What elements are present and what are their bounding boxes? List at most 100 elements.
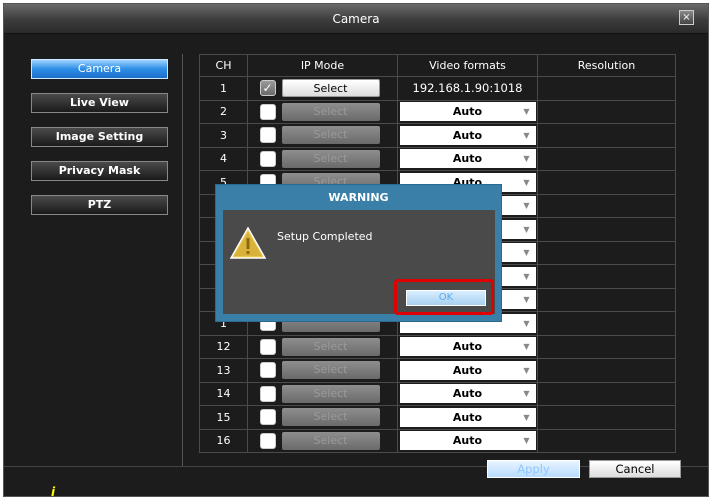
ip-mode-checkbox[interactable]	[259, 362, 276, 379]
video-format-cell: 192.168.1.90:1018	[397, 76, 538, 101]
info-icon: i	[51, 485, 56, 499]
ok-button-highlight	[394, 279, 494, 315]
chevron-down-icon: ▼	[523, 224, 530, 234]
sidebar-item-camera[interactable]: Camera	[31, 59, 168, 79]
apply-button[interactable]: Apply	[487, 460, 580, 478]
sidebar-item-privacy-mask[interactable]: Privacy Mask	[31, 161, 168, 181]
video-format-dropdown[interactable]: Auto ▼	[399, 149, 536, 169]
video-format-value: Auto	[452, 128, 483, 142]
sidebar-item-ptz[interactable]: PTZ	[31, 195, 168, 215]
resolution-cell	[537, 146, 676, 171]
ip-mode-checkbox[interactable]	[259, 127, 276, 144]
channel-number: 13	[199, 358, 248, 383]
select-button: Select	[281, 384, 380, 403]
chevron-down-icon: ▼	[523, 412, 530, 422]
ip-mode-cell: Select	[247, 358, 398, 383]
resolution-cell	[537, 217, 676, 242]
title-bar: Camera ×	[4, 4, 708, 34]
channel-number: 3	[199, 123, 248, 148]
resolution-cell	[537, 99, 676, 124]
select-button: Select	[281, 431, 380, 450]
channel-number: 14	[199, 381, 248, 406]
table-header-row: CH IP Mode Video formats Resolution	[199, 54, 676, 77]
video-format-cell: Auto ▼	[397, 99, 538, 124]
video-format-dropdown[interactable]: Auto ▼	[399, 407, 536, 427]
resolution-cell	[537, 334, 676, 359]
chevron-down-icon: ▼	[523, 295, 530, 305]
video-format-dropdown[interactable]: Auto ▼	[399, 125, 536, 145]
resolution-cell	[537, 381, 676, 406]
resolution-cell	[537, 264, 676, 289]
channel-number: 4	[199, 146, 248, 171]
video-format-cell: Auto ▼	[397, 428, 538, 453]
video-format-cell: Auto ▼	[397, 123, 538, 148]
video-format-value: Auto	[452, 152, 483, 166]
video-format-cell: Auto ▼	[397, 146, 538, 171]
sidebar-divider	[182, 54, 183, 466]
video-format-dropdown[interactable]: Auto ▼	[399, 384, 536, 404]
video-format-dropdown[interactable]: Auto ▼	[399, 337, 536, 357]
chevron-down-icon: ▼	[523, 107, 530, 117]
ip-mode-checkbox[interactable]	[259, 432, 276, 449]
select-button: Select	[281, 337, 380, 356]
chevron-down-icon: ▼	[523, 130, 530, 140]
resolution-cell	[537, 428, 676, 453]
channel-number: 15	[199, 405, 248, 430]
dialog-title: WARNING	[328, 191, 389, 204]
select-button[interactable]: Select	[281, 79, 380, 98]
ip-mode-cell: Select	[247, 99, 398, 124]
ip-mode-cell: Select	[247, 123, 398, 148]
ip-mode-checkbox[interactable]	[259, 385, 276, 402]
ip-mode-cell: Select	[247, 146, 398, 171]
table-row: 2 Select Auto ▼	[199, 99, 676, 124]
select-button: Select	[281, 126, 380, 145]
table-row: 1 ✓ Select 192.168.1.90:1018	[199, 76, 676, 101]
ip-mode-cell: Select	[247, 334, 398, 359]
sidebar-item-image-setting[interactable]: Image Setting	[31, 127, 168, 147]
chevron-down-icon: ▼	[523, 248, 530, 258]
video-format-dropdown[interactable]: Auto ▼	[399, 102, 536, 122]
header-ip-mode: IP Mode	[247, 54, 398, 77]
table-row: 3 Select Auto ▼	[199, 123, 676, 148]
select-button: Select	[281, 361, 380, 380]
chevron-down-icon: ▼	[523, 365, 530, 375]
video-format-cell: Auto ▼	[397, 358, 538, 383]
resolution-cell	[537, 240, 676, 265]
close-button[interactable]: ×	[679, 10, 694, 25]
resolution-cell	[537, 311, 676, 336]
ip-mode-checkbox[interactable]	[259, 103, 276, 120]
video-format-value: Auto	[452, 363, 483, 377]
table-row: 16 Select Auto ▼	[199, 428, 676, 453]
chevron-down-icon: ▼	[523, 389, 530, 399]
ip-mode-checkbox[interactable]: ✓	[259, 80, 276, 97]
resolution-cell	[537, 405, 676, 430]
ip-mode-checkbox[interactable]	[259, 150, 276, 167]
ip-mode-cell: ✓ Select	[247, 76, 398, 101]
video-format-value: Auto	[452, 434, 483, 448]
chevron-down-icon: ▼	[523, 177, 530, 187]
chevron-down-icon: ▼	[523, 201, 530, 211]
chevron-down-icon: ▼	[523, 318, 530, 328]
ip-mode-cell: Select	[247, 428, 398, 453]
video-format-dropdown[interactable]: Auto ▼	[399, 431, 536, 451]
chevron-down-icon: ▼	[523, 436, 530, 446]
video-format-dropdown[interactable]: Auto ▼	[399, 360, 536, 380]
video-format-cell: Auto ▼	[397, 405, 538, 430]
ip-mode-cell: Select	[247, 405, 398, 430]
resolution-cell	[537, 76, 676, 101]
channel-number: 16	[199, 428, 248, 453]
ip-address: 192.168.1.90:1018	[412, 81, 523, 96]
ip-mode-checkbox[interactable]	[259, 338, 276, 355]
sidebar-item-live-view[interactable]: Live View	[31, 93, 168, 113]
resolution-cell	[537, 287, 676, 312]
video-format-value: Auto	[452, 410, 483, 424]
video-format-value: Auto	[452, 105, 483, 119]
ip-mode-checkbox[interactable]	[259, 409, 276, 426]
select-button: Select	[281, 149, 380, 168]
resolution-cell	[537, 123, 676, 148]
cancel-button[interactable]: Cancel	[589, 460, 681, 478]
select-button: Select	[281, 102, 380, 121]
video-format-cell: Auto ▼	[397, 334, 538, 359]
chevron-down-icon: ▼	[523, 342, 530, 352]
chevron-down-icon: ▼	[523, 154, 530, 164]
